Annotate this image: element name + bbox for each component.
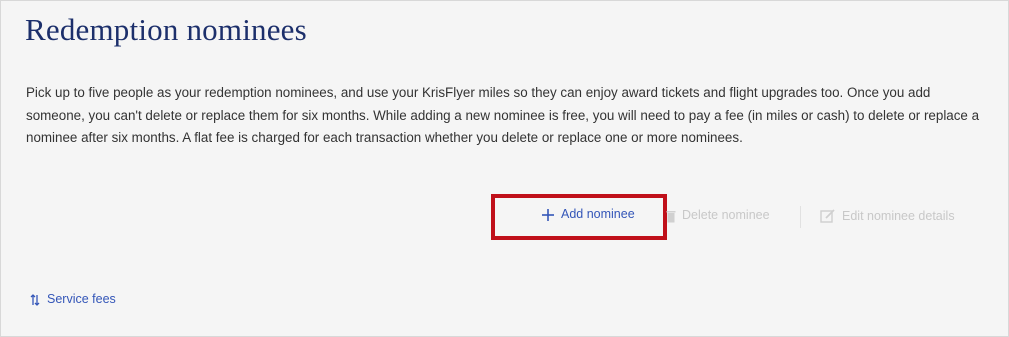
edit-icon xyxy=(820,208,836,224)
sort-arrows-icon xyxy=(30,292,40,306)
page-description: Pick up to five people as your redemptio… xyxy=(26,85,980,145)
delete-nominee-label: Delete nominee xyxy=(682,208,770,223)
edit-nominee-details-button[interactable]: Edit nominee details xyxy=(820,208,955,224)
service-fees-label: Service fees xyxy=(47,292,116,306)
page-title: Redemption nominees xyxy=(25,12,307,47)
edit-nominee-details-label: Edit nominee details xyxy=(842,209,955,223)
delete-nominee-button[interactable]: Delete nominee xyxy=(666,208,770,223)
add-nominee-button[interactable]: Add nominee xyxy=(541,206,635,222)
page-container xyxy=(0,0,1009,337)
add-nominee-label: Add nominee xyxy=(561,207,635,221)
action-divider xyxy=(800,206,801,228)
service-fees-link[interactable]: Service fees xyxy=(30,292,116,306)
trash-icon xyxy=(666,208,676,223)
plus-icon xyxy=(541,206,555,222)
